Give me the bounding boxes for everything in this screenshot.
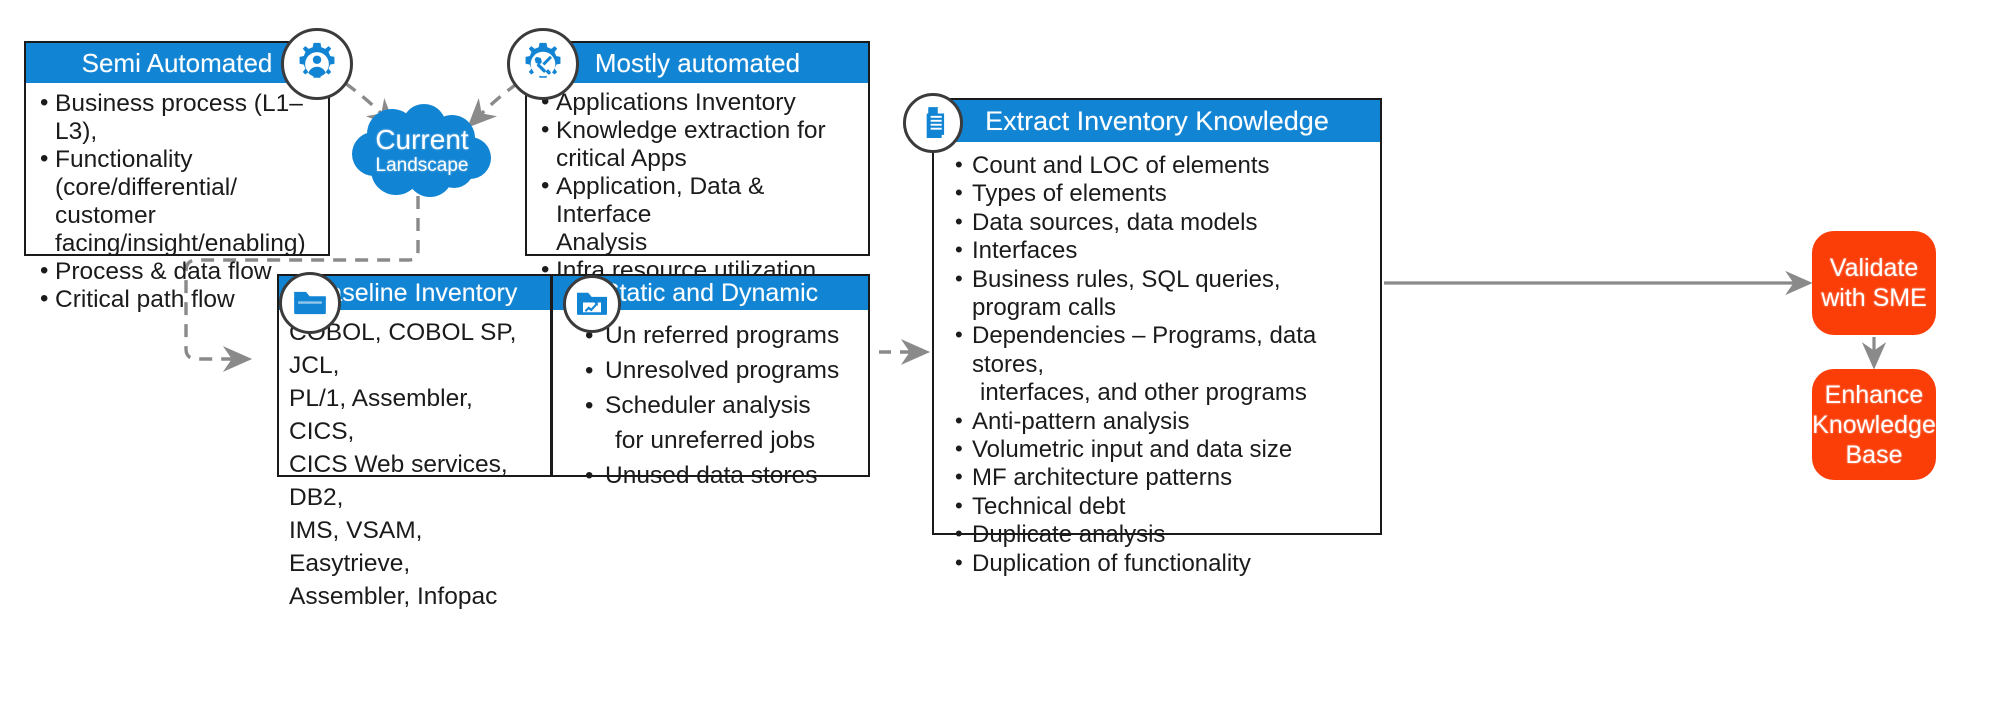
static-dynamic-body: Un referred programsUnresolved programsS…: [553, 310, 868, 497]
baseline-inventory-line: Assembler, Infopac: [289, 583, 498, 610]
semi-automated-list: Business process (L1–L3),Functionality(c…: [38, 89, 318, 314]
extract-inventory-knowledge-item: Duplicate analysis: [952, 520, 1372, 549]
diagram-canvas: Current Landscape Semi Automated Busines…: [0, 0, 2000, 710]
enhance-knowledge-base-node[interactable]: Enhance Knowledge Base: [1812, 369, 1936, 480]
documents-icon: [903, 93, 963, 153]
baseline-inventory-body: COBOL, COBOL SP, JCL, PL/1, Assembler, CI…: [279, 310, 550, 617]
gear-tools-icon-glyph: [525, 42, 561, 78]
enhance-line2: Knowledge: [1812, 410, 1936, 439]
validate-line1: Validate: [1829, 254, 1919, 282]
extract-inventory-knowledge-item: interfaces, and other programs: [980, 379, 1307, 407]
current-landscape-cloud: Current Landscape: [348, 104, 496, 198]
mostly-automated-item: Applications Inventory: [539, 88, 858, 117]
mostly-automated-item: Application, Data & Interface: [539, 172, 858, 229]
extract-inventory-knowledge-list: Count and LOC of elementsTypes of elemen…: [952, 151, 1372, 578]
folder-chart-icon: [563, 275, 621, 333]
gear-person-icon-glyph: [299, 42, 335, 78]
static-dynamic-list: Un referred programsUnresolved programsS…: [583, 318, 862, 493]
extract-inventory-knowledge-item: Data sources, data models: [952, 208, 1372, 237]
mostly-automated-item: Knowledge extraction for: [539, 116, 858, 145]
static-dynamic-item: Unused data stores: [583, 458, 862, 493]
enhance-line3: Base: [1845, 440, 1903, 469]
gear-person-icon: [281, 28, 353, 100]
extract-inventory-knowledge-item: Technical debt: [952, 492, 1372, 521]
static-dynamic-item: Unresolved programs: [583, 353, 862, 388]
gear-tools-icon: [507, 28, 579, 100]
cloud-label: Current Landscape: [348, 104, 496, 198]
extract-inventory-knowledge-item: Duplication of functionality: [952, 549, 1372, 578]
semi-automated-item: Critical path flow: [38, 285, 318, 314]
validate-with-sme-node[interactable]: Validate with SME: [1812, 231, 1936, 335]
static-dynamic-item: Scheduler analysis: [583, 388, 862, 423]
mostly-automated-item: critical Apps: [556, 145, 687, 172]
folder-icon-glyph: [294, 291, 326, 315]
cloud-label-line2: Landscape: [375, 155, 469, 176]
baseline-inventory-lines: COBOL, COBOL SP, JCL, PL/1, Assembler, CI…: [289, 316, 544, 613]
baseline-inventory-line: PL/1, Assembler, CICS,: [289, 385, 473, 445]
validate-line2: with SME: [1821, 284, 1927, 312]
semi-automated-item: Functionality: [38, 145, 318, 174]
folder-icon: [279, 272, 341, 334]
extract-inventory-knowledge-item: Business rules, SQL queries, program cal…: [952, 265, 1372, 323]
baseline-inventory-line: CICS Web services, DB2,: [289, 451, 508, 511]
static-dynamic-item: Un referred programs: [583, 318, 862, 353]
documents-icon-glyph: [926, 107, 945, 139]
extract-inventory-knowledge-item: Interfaces: [952, 236, 1372, 265]
folder-chart-icon-glyph: [577, 292, 607, 315]
mostly-automated-item: Analysis: [556, 229, 648, 256]
extract-inventory-knowledge-title: Extract Inventory Knowledge: [934, 100, 1380, 142]
extract-inventory-knowledge-item: Dependencies – Programs, data stores,: [952, 321, 1372, 379]
extract-inventory-knowledge-item: MF architecture patterns: [952, 463, 1372, 492]
semi-automated-item: (core/differential/ customer: [55, 174, 238, 229]
enhance-line1: Enhance: [1824, 380, 1924, 409]
static-dynamic-item: for unreferred jobs: [615, 427, 816, 454]
cloud-label-line1: Current: [375, 124, 469, 155]
extract-inventory-knowledge-item: Count and LOC of elements: [952, 151, 1372, 180]
extract-inventory-knowledge-body: Count and LOC of elementsTypes of elemen…: [934, 142, 1380, 584]
semi-automated-item: Business process (L1–L3),: [38, 89, 318, 146]
baseline-inventory-line: IMS, VSAM, Easytrieve,: [289, 517, 423, 577]
extract-inventory-knowledge-item: Types of elements: [952, 179, 1372, 208]
extract-inventory-knowledge-item: Anti-pattern analysis: [952, 407, 1372, 436]
extract-inventory-knowledge-card[interactable]: Extract Inventory Knowledge Count and LO…: [932, 98, 1382, 577]
validate-with-sme-label: Validate with SME: [1821, 253, 1927, 313]
extract-inventory-knowledge-item: Volumetric input and data size: [952, 435, 1372, 464]
semi-automated-item: Process & data flow: [38, 257, 318, 286]
semi-automated-item: facing/insight/enabling): [55, 230, 306, 257]
enhance-knowledge-base-label: Enhance Knowledge Base: [1812, 380, 1936, 470]
